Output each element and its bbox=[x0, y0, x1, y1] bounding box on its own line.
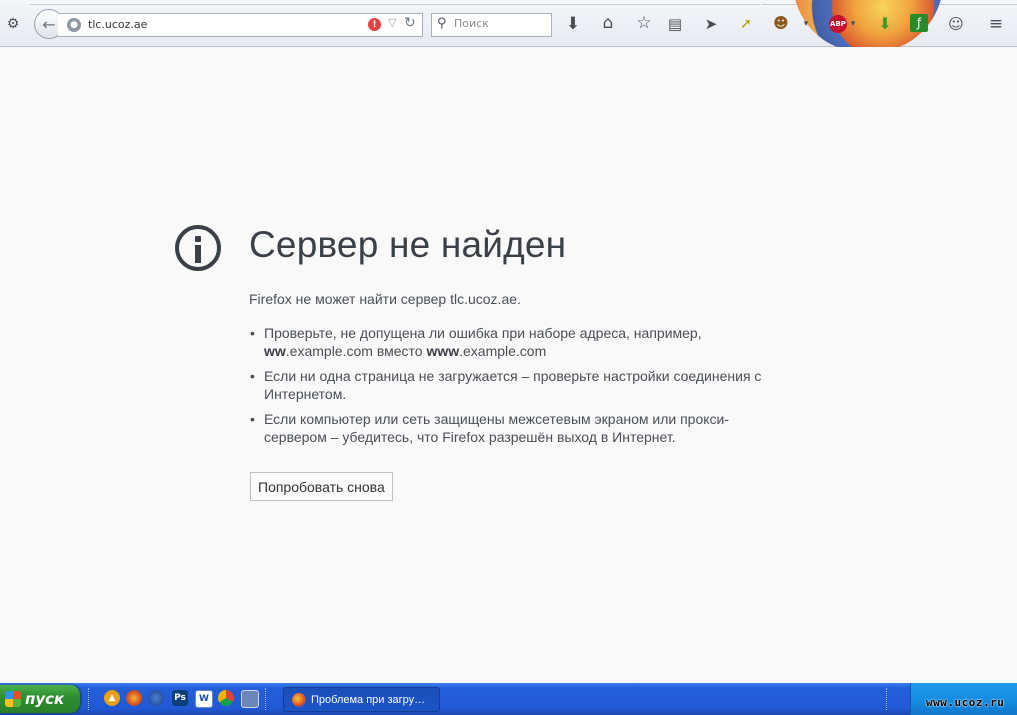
search-input[interactable] bbox=[454, 17, 544, 30]
list-item: Проверьте, не допущена ли ошибка при наб… bbox=[249, 324, 779, 360]
firefox-task-icon bbox=[292, 692, 306, 707]
page-title: Сервер не найден bbox=[249, 224, 567, 265]
monkey-addon-icon[interactable]: ☻ bbox=[771, 13, 791, 33]
taskbar-task-firefox[interactable]: Проблема при загру… bbox=[283, 687, 440, 712]
download-icon[interactable]: ⬇ bbox=[563, 14, 583, 34]
info-icon bbox=[175, 225, 221, 271]
url-dropdown-icon[interactable]: ▽ bbox=[388, 16, 396, 29]
bookmarks-list-icon[interactable]: ▤ bbox=[665, 14, 685, 34]
menu-icon[interactable]: ≡ bbox=[986, 14, 1006, 34]
taskbar-separator bbox=[88, 688, 92, 710]
chat-addon-icon[interactable]: ☺ bbox=[946, 14, 966, 34]
dropdown-arrow-icon[interactable]: ▾ bbox=[800, 16, 812, 32]
show-desktop-icon[interactable] bbox=[241, 690, 259, 708]
download-helper-icon[interactable]: ⬇ bbox=[876, 14, 894, 33]
watermark: www.ucoz.ru bbox=[926, 696, 1005, 709]
avast-icon[interactable]: ▲ bbox=[104, 690, 120, 706]
browser-toolbar: ⚙ ← ● tlc.ucoz.ae ! ▽ ↻ ⚲ ⬇ ⌂ ☆ ▤ ➤ ➚ ☻ … bbox=[0, 0, 1017, 52]
addon-puzzle-icon[interactable]: ⚙ bbox=[3, 14, 23, 34]
search-icon: ⚲ bbox=[437, 16, 447, 31]
photoshop-icon[interactable]: Ps bbox=[172, 690, 188, 706]
tab-strip-edge bbox=[30, 0, 760, 5]
taskbar-separator bbox=[265, 688, 269, 710]
start-label: пуск bbox=[25, 690, 65, 708]
warning-icon[interactable]: ! bbox=[368, 18, 381, 31]
adblock-icon[interactable]: ABP bbox=[829, 15, 847, 33]
word-icon[interactable]: W bbox=[195, 690, 213, 708]
task-label: Проблема при загру… bbox=[311, 693, 426, 706]
bookmark-star-icon[interactable]: ☆ bbox=[634, 13, 654, 33]
windows-flag-icon bbox=[5, 691, 21, 707]
chrome-icon[interactable] bbox=[218, 690, 234, 706]
taskbar-separator bbox=[886, 688, 890, 710]
list-item: Если ни одна страница не загружается – п… bbox=[249, 367, 779, 403]
send-icon[interactable]: ➤ bbox=[701, 14, 721, 34]
reload-icon[interactable]: ↻ bbox=[404, 15, 416, 31]
suggestions-list: Проверьте, не допущена ли ошибка при наб… bbox=[249, 324, 779, 453]
home-icon[interactable]: ⌂ bbox=[598, 13, 618, 33]
firefox-quicklaunch-icon[interactable] bbox=[126, 690, 142, 706]
flash-addon-icon[interactable]: ƒ bbox=[910, 14, 928, 32]
globe-icon: ● bbox=[67, 18, 81, 32]
adblock-dropdown-icon[interactable]: ▾ bbox=[848, 16, 858, 32]
error-intro: Firefox не может найти сервер tlc.ucoz.a… bbox=[249, 291, 521, 307]
cursor-addon-icon[interactable]: ➚ bbox=[736, 14, 756, 34]
thunderbird-icon[interactable] bbox=[148, 690, 164, 706]
list-item: Если компьютер или сеть защищены межсете… bbox=[249, 410, 779, 446]
search-box[interactable]: ⚲ bbox=[431, 13, 552, 37]
start-button[interactable]: пуск bbox=[0, 685, 80, 713]
url-text[interactable]: tlc.ucoz.ae bbox=[88, 18, 147, 31]
try-again-button[interactable]: Попробовать снова bbox=[250, 472, 393, 501]
back-arrow-icon: ← bbox=[42, 14, 56, 34]
url-bar[interactable]: ● tlc.ucoz.ae ! ▽ ↻ bbox=[58, 13, 423, 37]
